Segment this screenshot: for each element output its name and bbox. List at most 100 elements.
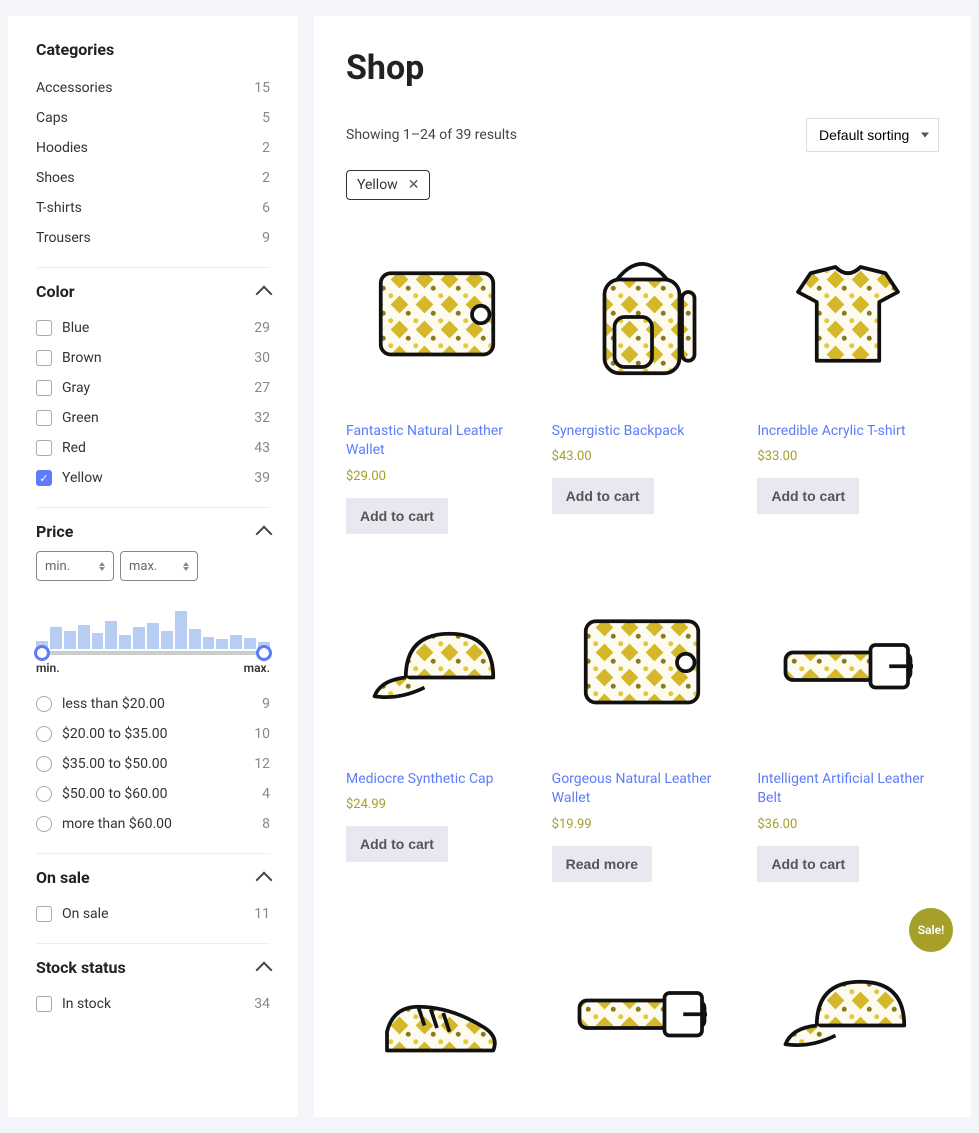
results-count: Showing 1–24 of 39 results <box>346 127 517 143</box>
color-checkbox[interactable]: Green <box>36 410 99 426</box>
onsale-header[interactable]: On sale <box>36 868 270 887</box>
checkbox-icon <box>36 320 52 336</box>
stepper-icon <box>183 562 189 571</box>
color-header[interactable]: Color <box>36 282 270 301</box>
category-count: 5 <box>262 110 270 126</box>
category-label: Accessories <box>36 80 112 96</box>
category-item[interactable]: Caps 5 <box>36 103 270 133</box>
product-title[interactable]: Mediocre Synthetic Cap <box>346 770 528 790</box>
slider-handle-min[interactable] <box>34 645 50 661</box>
price-range-label: $35.00 to $50.00 <box>62 756 167 772</box>
slider-handle-max[interactable] <box>256 645 272 661</box>
color-count: 30 <box>254 350 270 366</box>
product-image[interactable] <box>552 574 734 756</box>
checkbox-icon <box>36 906 52 922</box>
color-checkbox[interactable]: Gray <box>36 380 90 396</box>
price-range-radio[interactable]: less than $20.00 <box>36 696 165 712</box>
price-max-input[interactable]: max. <box>120 551 198 581</box>
product-title[interactable]: Incredible Acrylic T-shirt <box>757 422 939 442</box>
active-filter-label: Yellow <box>357 177 398 193</box>
active-filter-chip[interactable]: Yellow ✕ <box>346 170 430 200</box>
price-range-radio[interactable]: $20.00 to $35.00 <box>36 726 167 742</box>
category-label: Caps <box>36 110 68 126</box>
price-range-count: 12 <box>254 756 270 772</box>
instock-count: 34 <box>254 996 270 1012</box>
product-card: Incredible Acrylic T-shirt $33.00 Add to… <box>757 226 939 534</box>
category-item[interactable]: T-shirts6 <box>36 193 270 223</box>
add-to-cart-button[interactable]: Add to cart <box>757 846 859 882</box>
radio-icon <box>36 816 52 832</box>
add-to-cart-button[interactable]: Add to cart <box>346 826 448 862</box>
price-range-radio[interactable]: $50.00 to $60.00 <box>36 786 167 802</box>
product-image[interactable] <box>346 226 528 408</box>
checkbox-icon <box>36 996 52 1012</box>
price-header[interactable]: Price <box>36 522 270 541</box>
onsale-count: 11 <box>254 906 270 922</box>
product-title[interactable]: Gorgeous Natural Leather Wallet <box>552 770 734 809</box>
onsale-title: On sale <box>36 868 90 887</box>
slider-min-label: min. <box>36 661 60 675</box>
price-range-radio[interactable]: more than $60.00 <box>36 816 172 832</box>
add-to-cart-button[interactable]: Add to cart <box>757 478 859 514</box>
product-image[interactable] <box>757 226 939 408</box>
color-label: Green <box>62 410 99 426</box>
sale-badge: Sale! <box>909 908 953 952</box>
color-title: Color <box>36 282 75 301</box>
product-image[interactable] <box>346 574 528 756</box>
price-min-input[interactable]: min. <box>36 551 114 581</box>
product-image[interactable] <box>552 922 734 1104</box>
color-label: Red <box>62 440 86 456</box>
product-price: $19.99 <box>552 817 734 832</box>
product-image[interactable] <box>552 226 734 408</box>
product-price: $24.99 <box>346 797 528 812</box>
price-slider[interactable] <box>36 651 270 655</box>
color-checkbox[interactable]: Brown <box>36 350 102 366</box>
product-title[interactable]: Synergistic Backpack <box>552 422 734 442</box>
chevron-up-icon <box>256 871 273 888</box>
category-label: Shoes <box>36 170 75 186</box>
product-image[interactable] <box>757 574 939 756</box>
products-grid: Fantastic Natural Leather Wallet $29.00 … <box>346 226 939 1117</box>
color-count: 43 <box>254 440 270 456</box>
price-range-count: 4 <box>262 786 270 802</box>
stock-header[interactable]: Stock status <box>36 958 270 977</box>
add-to-cart-button[interactable]: Read more <box>552 846 652 882</box>
color-count: 27 <box>254 380 270 396</box>
instock-checkbox[interactable]: In stock <box>36 996 111 1012</box>
add-to-cart-button[interactable]: Add to cart <box>346 498 448 534</box>
sort-select[interactable]: Default sorting <box>806 118 939 152</box>
color-count: 29 <box>254 320 270 336</box>
category-item[interactable]: Hoodies 2 <box>36 133 270 163</box>
radio-icon <box>36 696 52 712</box>
chevron-up-icon <box>256 961 273 978</box>
slider-max-label: max. <box>244 661 270 675</box>
category-item[interactable]: Shoes2 <box>36 163 270 193</box>
color-label: Blue <box>62 320 89 336</box>
category-label: Hoodies <box>36 140 88 156</box>
color-checkbox[interactable]: ✓ Yellow <box>36 470 103 486</box>
color-count: 32 <box>254 410 270 426</box>
product-title[interactable]: Intelligent Artificial Leather Belt <box>757 770 939 809</box>
product-price: $33.00 <box>757 449 939 464</box>
color-label: Gray <box>62 380 90 396</box>
product-image[interactable] <box>757 922 939 1104</box>
product-image[interactable] <box>346 922 528 1104</box>
product-card <box>346 922 528 1118</box>
divider <box>36 267 270 268</box>
category-count: 2 <box>262 140 270 156</box>
onsale-checkbox[interactable]: On sale <box>36 906 109 922</box>
price-range-radio[interactable]: $35.00 to $50.00 <box>36 756 167 772</box>
radio-icon <box>36 756 52 772</box>
max-placeholder: max. <box>129 559 157 574</box>
add-to-cart-button[interactable]: Add to cart <box>552 478 654 514</box>
stepper-icon <box>99 562 105 571</box>
product-title[interactable]: Fantastic Natural Leather Wallet <box>346 422 528 461</box>
onsale-label: On sale <box>62 906 109 922</box>
color-checkbox[interactable]: Blue <box>36 320 89 336</box>
categories-list: Accessories15 Caps 5 Hoodies 2 Shoes2T-shirts… <box>36 73 270 253</box>
color-label: Yellow <box>62 470 103 486</box>
category-item[interactable]: Accessories15 <box>36 73 270 103</box>
category-item[interactable]: Trousers9 <box>36 223 270 253</box>
instock-label: In stock <box>62 996 111 1012</box>
color-checkbox[interactable]: Red <box>36 440 86 456</box>
